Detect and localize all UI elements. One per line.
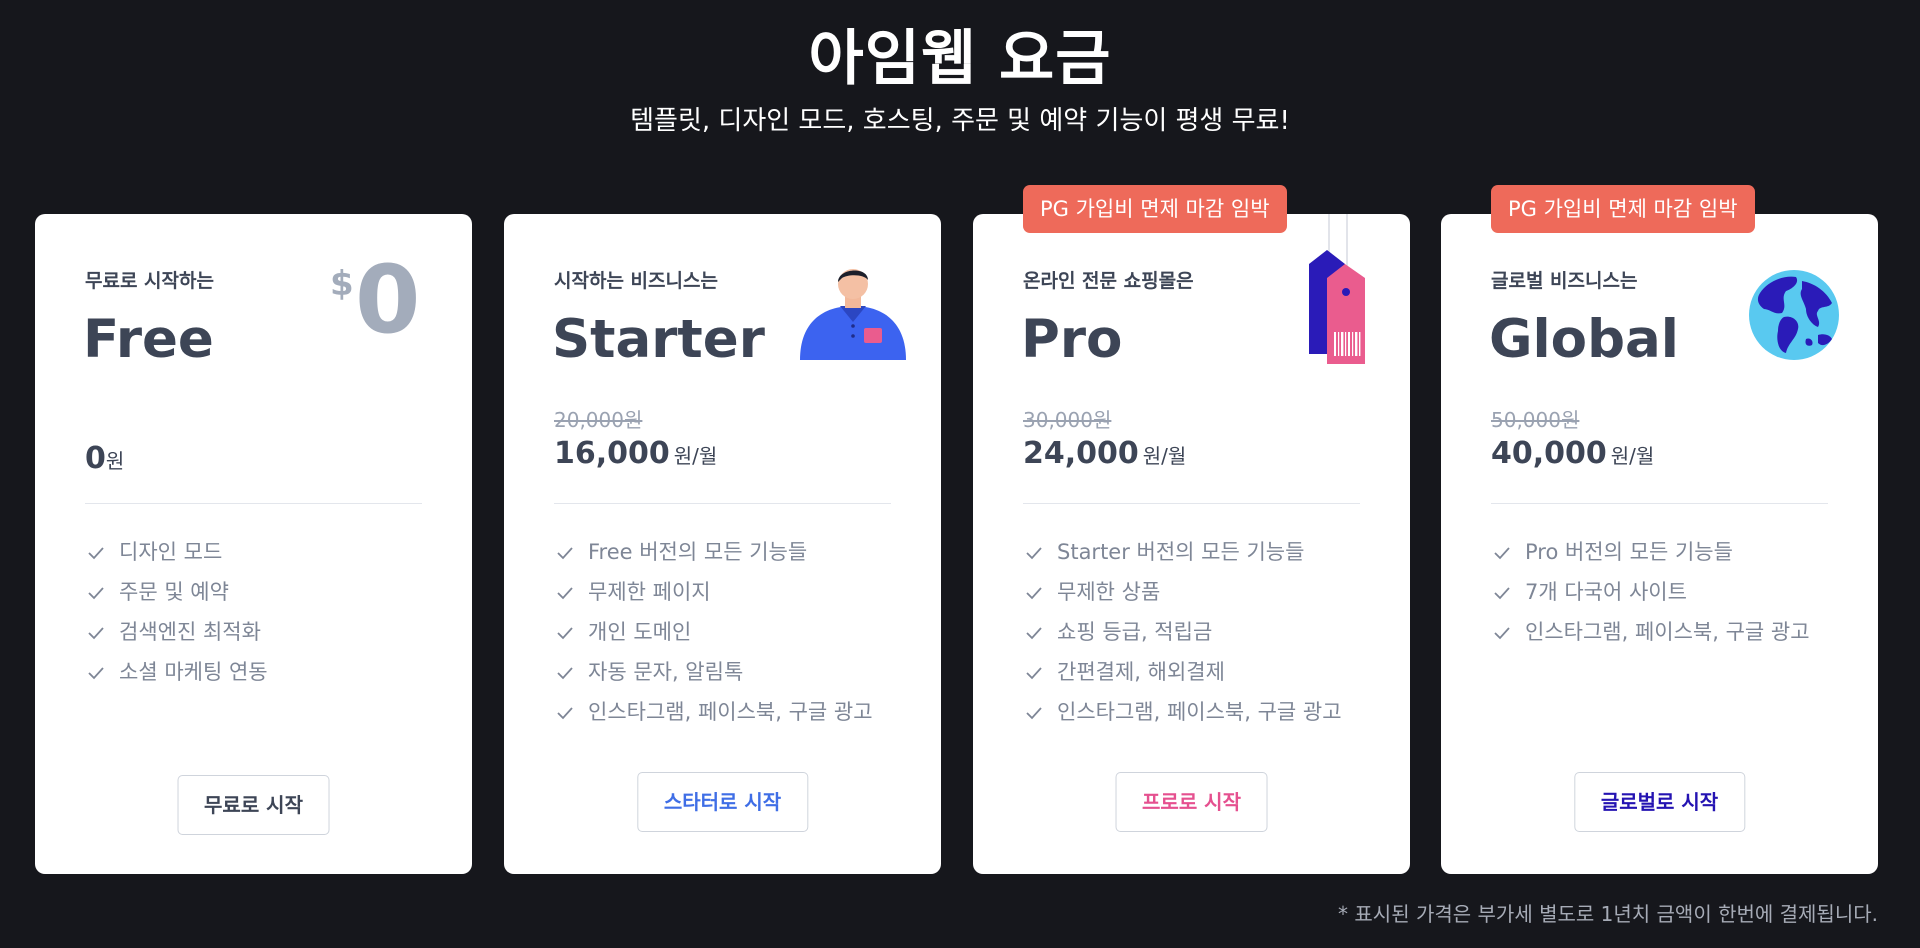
plan-card-global: PG 가입비 면제 마감 임박 글로벌 비즈니스는 Global 50,000원… [1441,185,1878,874]
feature-item: 주문 및 예약 [85,576,425,609]
plan-price: 40,000 원/월 [1491,436,1654,471]
check-icon [557,707,573,720]
price-unit: 원/월 [1142,444,1187,468]
check-icon [1026,707,1042,720]
feature-item: 자동 문자, 알림톡 [554,656,894,689]
plan-name: Starter [552,309,765,370]
original-price: 20,000원 [554,408,643,432]
feature-list: Free 버전의 모든 기능들 무제한 페이지 개인 도메인 자동 문자, 알림… [554,536,894,736]
check-icon [88,667,104,680]
check-icon [1494,587,1510,600]
price-unit: 원 [105,449,125,473]
check-icon [1494,627,1510,640]
promo-badge: PG 가입비 면제 마감 임박 [1491,185,1755,233]
plan-card-starter: 시작하는 비즈니스는 Starter 20,000원 16,000 원/월 Fre… [504,214,941,874]
check-icon [1026,667,1042,680]
price-amount: 24,000 [1023,436,1139,471]
divider [1023,503,1360,504]
hero-price: 0 [355,246,421,355]
plan-tagline: 글로벌 비즈니스는 [1491,270,1638,292]
divider [1491,503,1828,504]
feature-item: 무제한 페이지 [554,576,894,609]
price-amount: 40,000 [1491,436,1607,471]
feature-item: Starter 버전의 모든 기능들 [1023,536,1363,569]
plan-name: Global [1489,309,1679,370]
check-icon [88,627,104,640]
feature-item: 소셜 마케팅 연동 [85,656,425,689]
currency-symbol: $ [330,264,354,304]
plan-price: 24,000 원/월 [1023,436,1186,471]
feature-item: 개인 도메인 [554,616,894,649]
check-icon [88,587,104,600]
feature-item: 인스타그램, 페이스북, 구글 광고 [554,696,894,729]
promo-badge: PG 가입비 면제 마감 임박 [1023,185,1287,233]
price-amount: 0 [85,441,106,476]
feature-item: Free 버전의 모든 기능들 [554,536,894,569]
check-icon [557,587,573,600]
feature-list: Pro 버전의 모든 기능들 7개 다국어 사이트 인스타그램, 페이스북, 구… [1491,536,1831,656]
plan-tagline: 무료로 시작하는 [85,270,214,292]
feature-list: 디자인 모드 주문 및 예약 검색엔진 최적화 소셜 마케팅 연동 [85,536,425,696]
divider [554,503,891,504]
person-icon [800,269,906,360]
feature-item: 디자인 모드 [85,536,425,569]
check-icon [1026,627,1042,640]
check-icon [557,667,573,680]
check-icon [1494,547,1510,560]
price-unit: 원/월 [1610,444,1655,468]
price-amount: 16,000 [554,436,670,471]
plan-tagline: 온라인 전문 쇼핑몰은 [1023,270,1194,292]
globe-icon [1749,270,1839,360]
start-free-button[interactable]: 무료로 시작 [177,775,330,835]
feature-item: 검색엔진 최적화 [85,616,425,649]
check-icon [1026,547,1042,560]
plan-tagline: 시작하는 비즈니스는 [554,270,718,292]
start-starter-button[interactable]: 스타터로 시작 [636,772,809,832]
start-global-button[interactable]: 글로벌로 시작 [1573,772,1746,832]
plan-name: Pro [1021,309,1123,370]
feature-item: 인스타그램, 페이스북, 구글 광고 [1491,616,1831,649]
original-price: 30,000원 [1023,408,1112,432]
price-tag-icon [1309,214,1365,364]
feature-item: 7개 다국어 사이트 [1491,576,1831,609]
feature-item: 간편결제, 해외결제 [1023,656,1363,689]
start-pro-button[interactable]: 프로로 시작 [1115,772,1268,832]
plan-card-free: 무료로 시작하는 Free $ 0 0원 디자인 모드 주문 및 예약 검색엔진… [35,214,472,874]
feature-item: Pro 버전의 모든 기능들 [1491,536,1831,569]
plan-name: Free [83,309,214,370]
plan-card-pro: PG 가입비 면제 마감 임박 온라인 전문 쇼핑몰은 Pro 30,000원 … [973,185,1410,874]
check-icon [557,547,573,560]
page-subtitle: 템플릿, 디자인 모드, 호스팅, 주문 및 예약 기능이 평생 무료! [630,106,1290,136]
divider [85,503,422,504]
feature-item: 인스타그램, 페이스북, 구글 광고 [1023,696,1363,729]
plan-price: 16,000 원/월 [554,436,717,471]
pricing-footnote: * 표시된 가격은 부가세 별도로 1년치 금액이 한번에 결제됩니다. [1338,902,1878,926]
check-icon [557,627,573,640]
feature-item: 무제한 상품 [1023,576,1363,609]
check-icon [1026,587,1042,600]
price-unit: 원/월 [673,444,718,468]
feature-item: 쇼핑 등급, 적립금 [1023,616,1363,649]
plan-price: 0원 [85,441,124,476]
original-price: 50,000원 [1491,408,1580,432]
page-title: 아임웹 요금 [808,24,1112,94]
feature-list: Starter 버전의 모든 기능들 무제한 상품 쇼핑 등급, 적립금 간편결… [1023,536,1363,736]
check-icon [88,547,104,560]
